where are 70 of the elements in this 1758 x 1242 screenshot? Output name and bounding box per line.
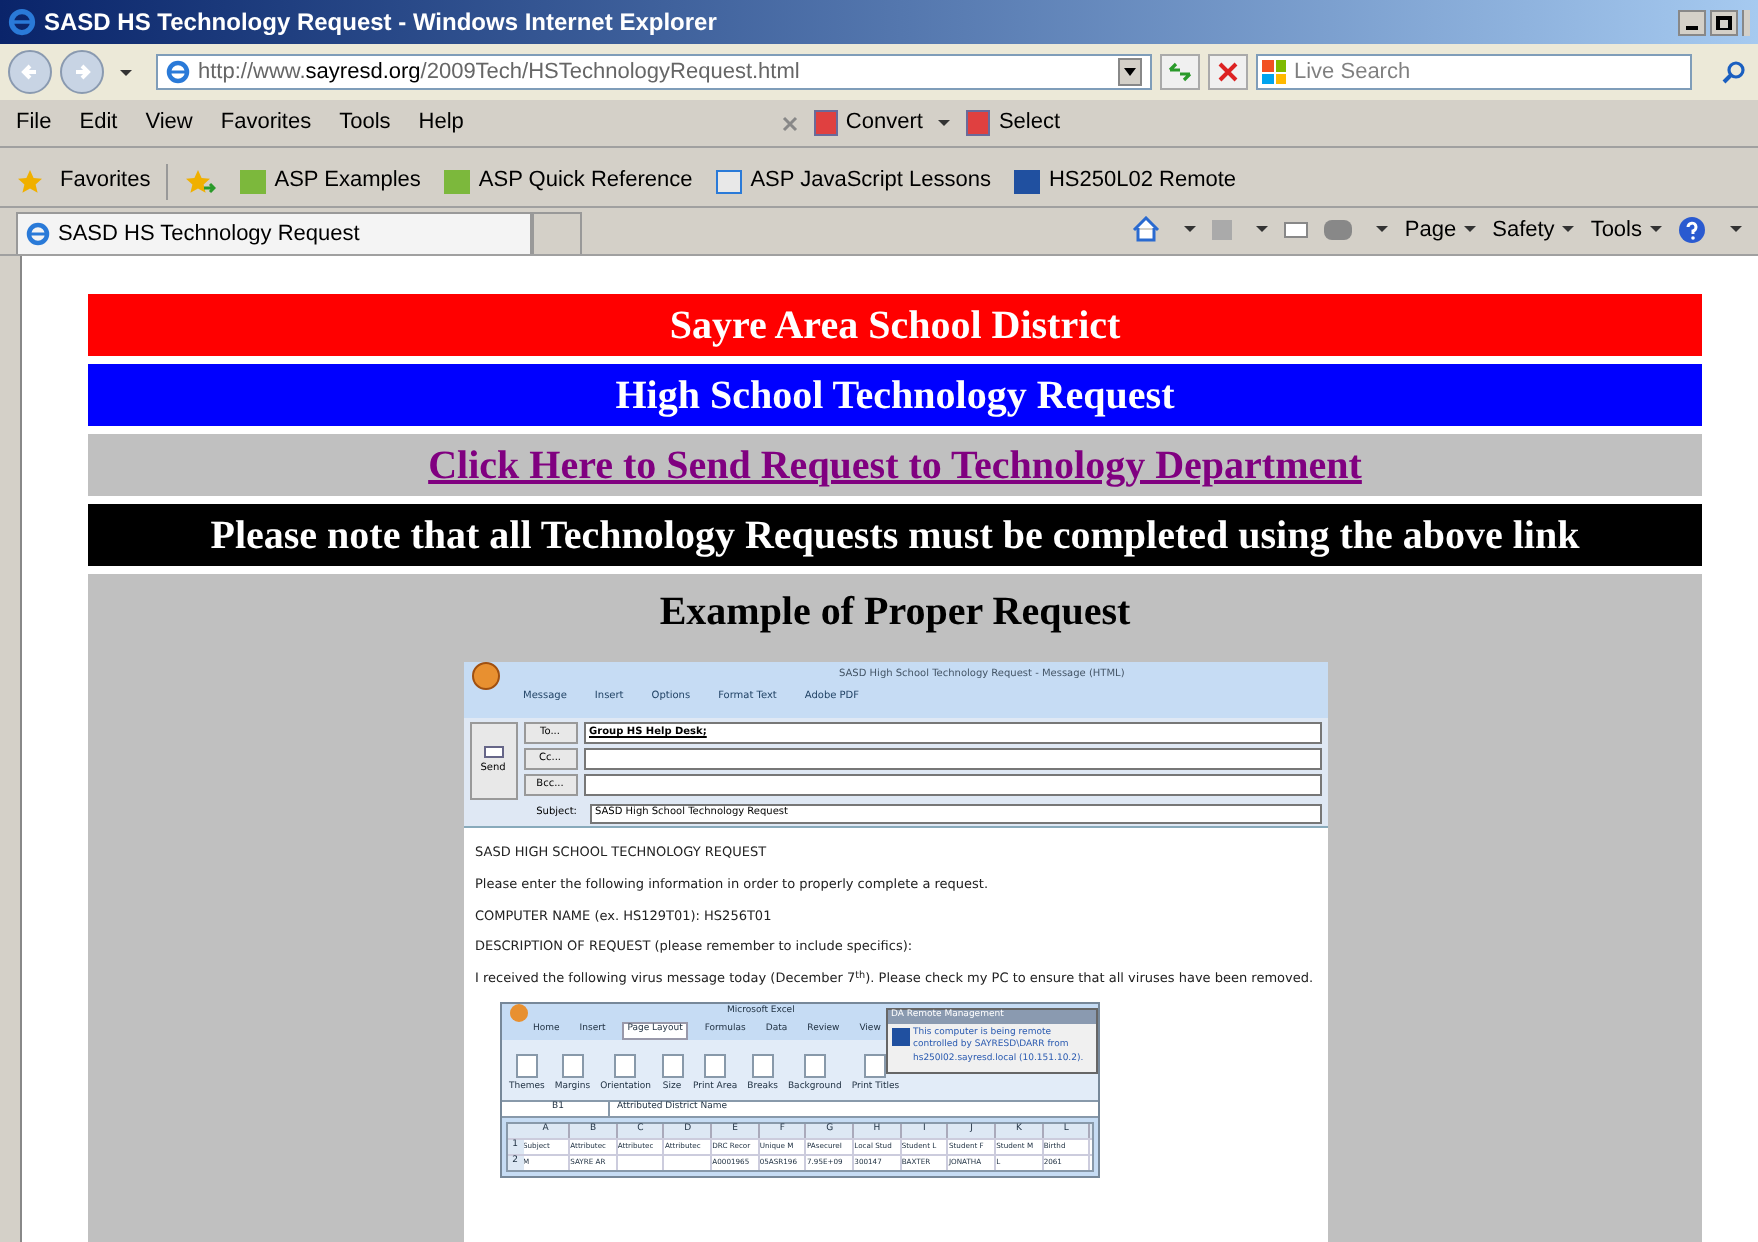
ribbon-button-icon[interactable] [515,1054,538,1078]
caret-icon[interactable] [1184,226,1197,233]
e-logo-icon [166,60,190,84]
ribbon-button-icon[interactable] [661,1054,683,1078]
e-logo-icon [26,222,50,246]
site-icon [716,169,743,193]
office-button-icon[interactable] [471,662,499,690]
envelope-icon [483,745,503,758]
star-icon [16,167,44,195]
banner-heading: High School Technology Request [88,364,1702,426]
home-icon[interactable] [1132,216,1161,243]
browser-tab[interactable]: SASD HS Technology Request [16,212,532,254]
banner-heading: Please note that all Technology Requests must be completed using the above link [88,504,1702,566]
e-logo-icon [8,8,36,36]
command-button[interactable]: Page [1404,213,1477,246]
site-icon [444,169,471,193]
menu-item[interactable]: File [16,106,52,140]
ribbon-button-icon[interactable] [864,1054,887,1078]
url-text: http://www.sayresd.org/2009Tech/HSTechnologyRequest.html [198,57,800,88]
site-icon [1014,169,1041,193]
left-arrow-icon [20,62,40,82]
refresh-icon [1168,62,1192,82]
add-favorite-icon[interactable] [184,167,217,195]
caret-icon[interactable] [1562,226,1575,233]
caret-icon[interactable] [120,69,132,75]
address-bar[interactable]: http://www.sayresd.org/2009Tech/HSTechnologyRequest.html [156,54,1152,90]
ribbon-button-icon[interactable] [704,1054,727,1078]
recipient-field[interactable] [583,774,1321,796]
banner-heading: Sayre Area School District [88,294,1702,356]
restore-icon[interactable] [1710,9,1738,35]
refresh-button[interactable] [1160,54,1200,90]
caret-icon[interactable] [1256,226,1269,233]
toolbar-button[interactable]: Convert [845,106,923,140]
favorite-link[interactable]: HS250L02 Remote [1048,164,1237,198]
recipient-field[interactable] [583,748,1321,770]
caret-icon[interactable] [1376,226,1389,233]
favorite-link[interactable]: ASP Examples [274,164,421,198]
site-icon [240,169,267,193]
command-button[interactable]: Safety [1492,213,1575,246]
example-heading: Example of Proper Request [659,588,1131,638]
back-button[interactable] [8,50,52,94]
ribbon-button-icon[interactable] [614,1054,637,1078]
caret-icon[interactable] [938,120,951,126]
menu-item[interactable]: View [145,106,193,140]
favorite-link[interactable]: ASP JavaScript Lessons [750,164,991,198]
menu-item[interactable]: Tools [339,106,391,140]
windows-logo-icon [1262,60,1286,84]
stop-icon [1218,62,1238,82]
search-field[interactable]: Live Search [1256,54,1692,90]
help-icon[interactable] [1678,215,1706,244]
dropdown-button[interactable] [1118,58,1142,86]
toolbar-button[interactable]: Select [998,106,1061,140]
forward-button[interactable] [60,50,104,94]
caret-icon[interactable] [1650,226,1662,233]
stop-button[interactable] [1208,54,1248,90]
menu-item[interactable]: Favorites [220,106,312,140]
ribbon-button-icon[interactable] [803,1054,826,1078]
ribbon-button-icon[interactable] [561,1054,584,1078]
right-arrow-icon [72,62,92,82]
ribbon-button-icon[interactable] [751,1054,774,1078]
favorites-button[interactable]: Favorites [60,164,151,198]
caret-icon[interactable] [1730,226,1742,233]
command-button[interactable]: Tools [1590,213,1662,246]
window-title: SASD HS Technology Request - Windows Internet Explorer [44,6,717,40]
menu-item[interactable]: Help [418,106,464,140]
menu-item[interactable]: Edit [79,106,118,140]
request-link[interactable]: Click Here to Send Request to Technology Department [88,434,1702,496]
minimize-icon[interactable] [1678,9,1706,35]
favorite-link[interactable]: ASP Quick Reference [478,164,693,198]
caret-icon[interactable] [1464,226,1477,233]
